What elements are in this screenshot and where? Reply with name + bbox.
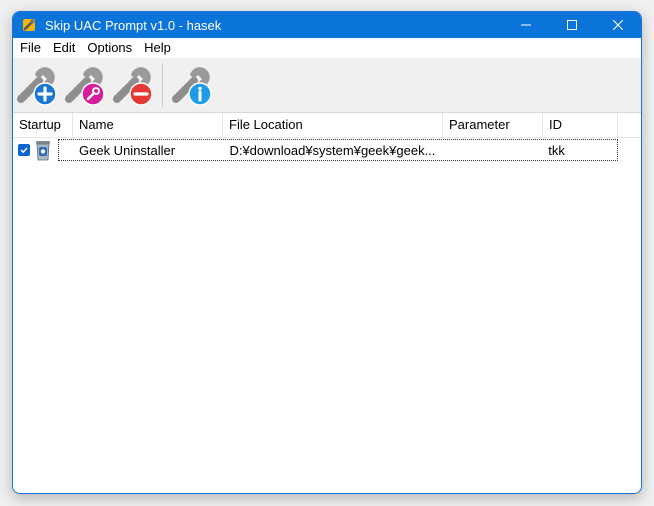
column-name[interactable]: Name [73,113,223,137]
edit-entry-button[interactable] [61,61,109,109]
cell-id: tkk [548,142,565,158]
wrench-remove-icon [113,67,153,106]
close-button[interactable] [595,12,641,38]
cell-name: Geek Uninstaller [79,142,176,158]
toolbar-separator [162,63,163,107]
maximize-icon [567,20,577,30]
entries-list[interactable]: Startup Name File Location Parameter ID [13,113,641,493]
maximize-button[interactable] [549,12,595,38]
column-parameter[interactable]: Parameter [443,113,543,137]
column-file-location[interactable]: File Location [223,113,443,137]
app-icon [23,19,35,31]
add-entry-button[interactable] [13,61,61,109]
recycle-bin-icon [36,141,50,161]
column-id[interactable]: ID [543,113,618,137]
startup-checkbox[interactable] [18,144,30,156]
close-icon [613,20,623,30]
menu-help[interactable]: Help [138,38,177,58]
title-bar[interactable]: Skip UAC Prompt v1.0 - hasek [13,12,641,38]
wrench-edit-icon [65,67,105,106]
row-selection-box: Geek Uninstaller D:¥download¥system¥geek… [58,139,618,161]
list-header: Startup Name File Location Parameter ID [13,113,641,138]
checkmark-icon [20,147,28,154]
table-row[interactable]: Geek Uninstaller D:¥download¥system¥geek… [13,138,641,162]
remove-entry-button[interactable] [109,61,157,109]
cell-file-location: D:¥download¥system¥geek¥geek... [229,142,436,158]
minimize-button[interactable] [503,12,549,38]
menu-file[interactable]: File [13,38,47,58]
startup-cell [13,138,58,162]
menu-options[interactable]: Options [81,38,138,58]
wrench-add-icon [17,67,57,106]
toolbar [13,58,641,113]
column-startup[interactable]: Startup [13,113,73,137]
wrench-info-icon [172,67,212,106]
menu-edit[interactable]: Edit [47,38,81,58]
app-window: Skip UAC Prompt v1.0 - hasek File Edit O… [12,11,642,494]
about-button[interactable] [168,61,216,109]
window-title: Skip UAC Prompt v1.0 - hasek [45,17,222,33]
minimize-icon [521,24,531,26]
menu-bar: File Edit Options Help [13,38,641,58]
